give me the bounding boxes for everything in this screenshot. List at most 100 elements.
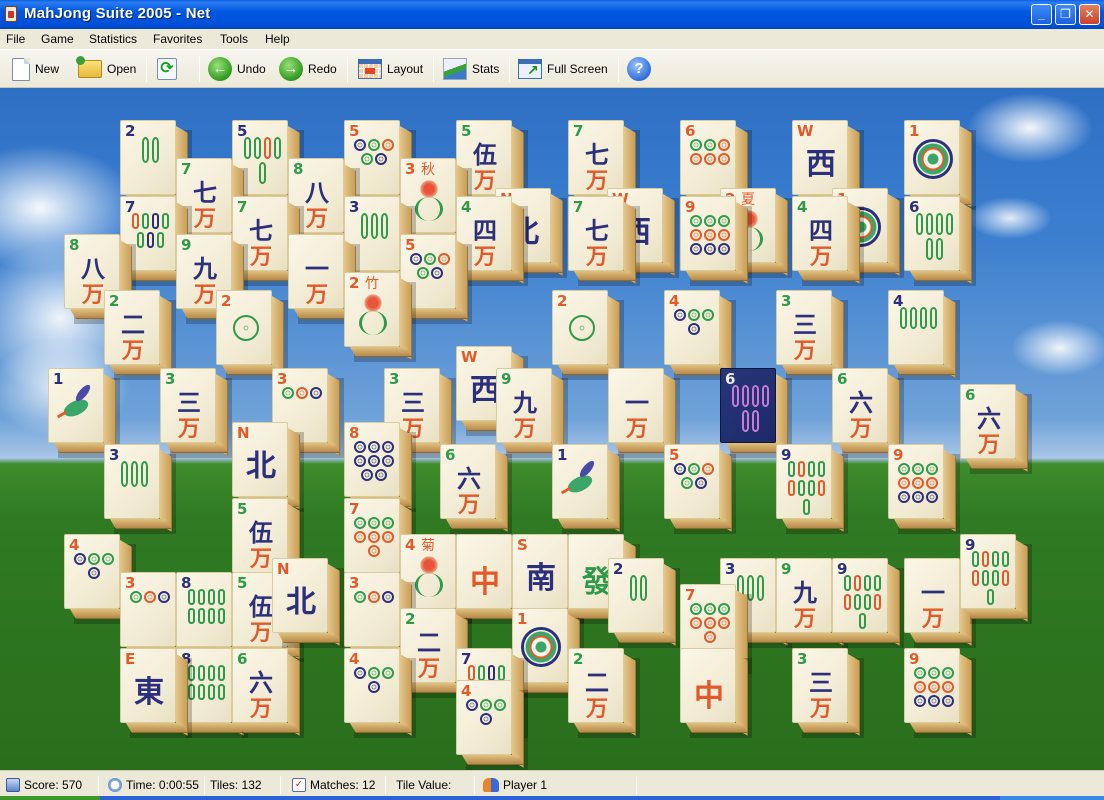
mahjong-tile[interactable]: 6六万 xyxy=(440,444,512,534)
mahjong-tile[interactable]: 1 xyxy=(904,120,976,210)
mahjong-tile[interactable]: 4 xyxy=(64,534,136,624)
mahjong-tile[interactable]: W西 xyxy=(792,120,864,210)
tile-edge xyxy=(614,633,676,643)
mahjong-tile[interactable]: 2竹 xyxy=(344,272,416,362)
mahjong-tile[interactable]: 9 xyxy=(960,534,1032,624)
mahjong-tile[interactable]: 中 xyxy=(680,648,752,738)
mahjong-tile[interactable]: 6六万 xyxy=(832,368,904,458)
mahjong-tile[interactable]: 中 xyxy=(456,534,528,624)
open-button[interactable]: Open xyxy=(76,55,136,83)
redo-button[interactable]: → Redo xyxy=(279,55,337,83)
mahjong-tile[interactable]: 一万 xyxy=(608,368,680,458)
dots-pattern xyxy=(73,553,115,579)
mahjong-tile[interactable]: 3三万 xyxy=(160,368,232,458)
menu-tools[interactable]: Tools xyxy=(220,32,248,46)
mahjong-tile[interactable]: 4 xyxy=(456,680,528,770)
tile-face: 3三万 xyxy=(792,648,848,723)
tile-rank: E xyxy=(125,650,136,668)
tile-edge xyxy=(910,271,972,281)
mahjong-tile[interactable]: 6 xyxy=(904,196,976,286)
mahjong-tile[interactable]: 7七万 xyxy=(568,120,640,210)
mahjong-tile[interactable]: 9 xyxy=(888,444,960,534)
mahjong-tile[interactable]: 8 xyxy=(344,422,416,512)
dot-icon xyxy=(354,441,366,453)
bamboo-stick-icon xyxy=(873,594,881,610)
dot-icon xyxy=(718,243,730,255)
mahjong-tile[interactable]: 2 xyxy=(120,120,192,210)
game-board[interactable]: 2555伍万7七万6W西17七万8八万3秋N北W西2夏177七万34四万7七万9… xyxy=(0,88,1104,770)
dot-icon xyxy=(130,591,142,603)
mahjong-tile[interactable]: 3三万 xyxy=(776,290,848,380)
mahjong-tile[interactable]: 9九万 xyxy=(496,368,568,458)
title-bar[interactable]: MahJong Suite 2005 - Net _ ❐ ✕ xyxy=(0,0,1104,29)
tile-rank: 7 xyxy=(349,500,360,518)
dot-icon xyxy=(704,139,716,151)
mahjong-tile[interactable]: 3 xyxy=(344,572,416,662)
mahjong-tile[interactable]: 9 xyxy=(680,196,752,286)
app-icon[interactable] xyxy=(5,6,17,22)
mahjong-tile[interactable]: 4 xyxy=(344,648,416,738)
mahjong-tile[interactable]: N北 xyxy=(232,422,304,512)
mahjong-tile[interactable]: 6六万 xyxy=(960,384,1032,474)
mahjong-tile[interactable]: 8 xyxy=(176,572,248,662)
mahjong-tile[interactable]: 一万 xyxy=(288,234,360,324)
menu-game[interactable]: Game xyxy=(41,32,74,46)
mahjong-tile[interactable]: 1 xyxy=(552,444,624,534)
menu-favorites[interactable]: Favorites xyxy=(153,32,202,46)
refresh-button[interactable]: ⟳ xyxy=(157,55,177,83)
mahjong-tile[interactable]: 6 xyxy=(720,368,792,458)
dot-icon xyxy=(926,491,938,503)
minimize-button[interactable]: _ xyxy=(1031,4,1052,25)
mahjong-tile[interactable]: 2二万 xyxy=(104,290,176,380)
mahjong-tile[interactable]: S南 xyxy=(512,534,584,624)
dot-icon xyxy=(480,713,492,725)
wan-glyph: 万 xyxy=(793,339,816,364)
tile-face: 4 xyxy=(664,290,720,365)
mahjong-tile[interactable]: 一万 xyxy=(904,558,976,648)
mahjong-tile[interactable]: 4四万 xyxy=(792,196,864,286)
mahjong-tile[interactable]: 6 xyxy=(680,120,752,210)
dot-icon xyxy=(690,153,702,165)
bamboo-stick-icon xyxy=(120,461,128,487)
mahjong-tile[interactable]: 2 xyxy=(608,558,680,648)
mahjong-tile[interactable]: 7七万 xyxy=(568,196,640,286)
tile-face: 中 xyxy=(456,534,512,609)
new-button[interactable]: New xyxy=(12,55,59,83)
undo-button[interactable]: ← Undo xyxy=(208,55,266,83)
mahjong-tile[interactable]: 9九万 xyxy=(776,558,848,648)
mahjong-tile[interactable]: 5 xyxy=(664,444,736,534)
mahjong-tile[interactable]: 9 xyxy=(832,558,904,648)
restore-button[interactable]: ❐ xyxy=(1055,4,1076,25)
tile-rank: 1 xyxy=(909,122,920,140)
menu-file[interactable]: File xyxy=(6,32,25,46)
mahjong-tile[interactable]: 7 xyxy=(344,498,416,588)
dot-icon xyxy=(368,517,380,529)
mahjong-tile[interactable]: 3 xyxy=(120,572,192,662)
mahjong-tile[interactable]: 9 xyxy=(904,648,976,738)
mahjong-tile[interactable]: E東 xyxy=(120,648,192,738)
stats-button[interactable]: Stats xyxy=(443,55,499,83)
close-button[interactable]: ✕ xyxy=(1079,4,1100,25)
dots-pattern xyxy=(409,253,451,279)
mahjong-tile[interactable]: 3三万 xyxy=(792,648,864,738)
layout-button[interactable]: Layout xyxy=(358,55,423,83)
mahjong-tile[interactable]: 2二万 xyxy=(568,648,640,738)
dot-icon xyxy=(690,139,702,151)
tile-face: 2二万 xyxy=(568,648,624,723)
bamboo-stick-icon xyxy=(797,480,805,496)
help-button[interactable]: ? xyxy=(627,55,651,83)
mahjong-tile[interactable]: 1 xyxy=(48,368,120,458)
mahjong-tile[interactable]: 2 xyxy=(216,290,288,380)
menu-help[interactable]: Help xyxy=(265,32,290,46)
mahjong-tile[interactable]: 4 xyxy=(888,290,960,380)
mahjong-tile[interactable]: 4 xyxy=(664,290,736,380)
mahjong-tile[interactable]: 6六万 xyxy=(232,648,304,738)
menu-statistics[interactable]: Statistics xyxy=(89,32,137,46)
mahjong-tile[interactable]: 3 xyxy=(104,444,176,534)
full-screen-button[interactable]: Full Screen xyxy=(518,55,608,83)
mahjong-tile[interactable]: N北 xyxy=(272,558,344,648)
tile-edge xyxy=(574,723,636,733)
mahjong-tile[interactable]: 9 xyxy=(776,444,848,534)
mahjong-tile[interactable]: 2 xyxy=(552,290,624,380)
dot-icon xyxy=(718,617,730,629)
